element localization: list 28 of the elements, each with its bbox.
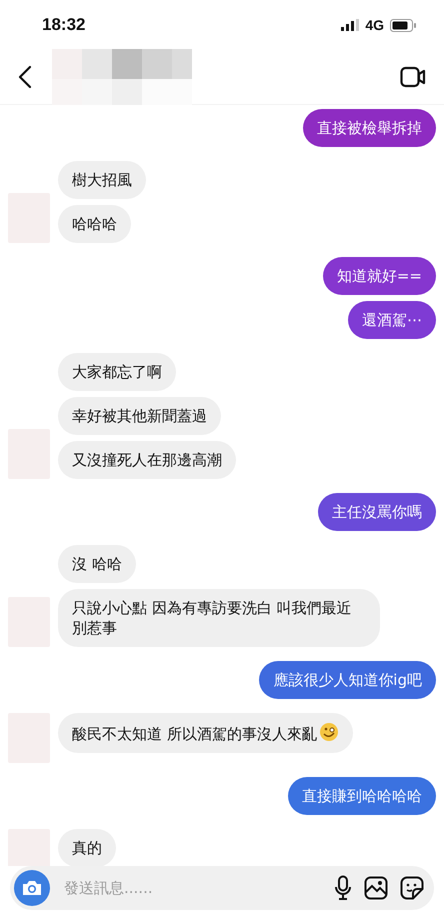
battery-icon [390, 18, 416, 32]
image-icon[interactable] [364, 876, 388, 900]
received-message-bubble: 樹大招風 [58, 161, 146, 199]
received-message-bubble: 幸好被其他新聞蓋過 [58, 397, 221, 435]
microphone-icon[interactable] [334, 875, 352, 901]
received-message-bubble: 又沒撞死人在那邊高潮 [58, 441, 236, 479]
sent-message-bubble: 主任沒罵你嗎 [318, 493, 436, 531]
signal-icon [341, 19, 360, 31]
sent-message-bubble: 知道就好== [322, 257, 436, 295]
video-call-icon[interactable] [400, 66, 426, 88]
status-time: 18:32 [42, 15, 86, 35]
message-input-bar[interactable]: 發送訊息...... [10, 866, 434, 910]
back-icon[interactable] [18, 65, 32, 89]
received-message-bubble: 只說小心點 因為有專訪要洗白 叫我們最近別惹事 [58, 589, 380, 647]
camera-button[interactable] [14, 870, 50, 906]
sent-message-bubble: 應該很少人知道你ig吧 [259, 661, 436, 699]
received-message-bubble: 真的 [58, 829, 116, 866]
camera-icon [21, 879, 43, 897]
sent-message-bubble: 還酒駕⋯ [348, 301, 436, 339]
message-input-field[interactable]: 發送訊息...... [62, 878, 322, 898]
received-message-bubble: 沒 哈哈 [58, 545, 136, 583]
network-label: 4G [365, 17, 384, 33]
sent-message-bubble: 直接賺到哈哈哈哈 [288, 777, 436, 815]
received-message-bubble: 大家都忘了啊 [58, 353, 176, 391]
sticker-icon[interactable] [400, 876, 424, 900]
received-message-bubble: 哈哈哈 [58, 205, 131, 243]
received-message-bubble: 酸民不太知道 所以酒駕的事沒人來亂 [58, 713, 353, 753]
sent-message-bubble: 直接被檢舉拆掉 [303, 109, 436, 147]
